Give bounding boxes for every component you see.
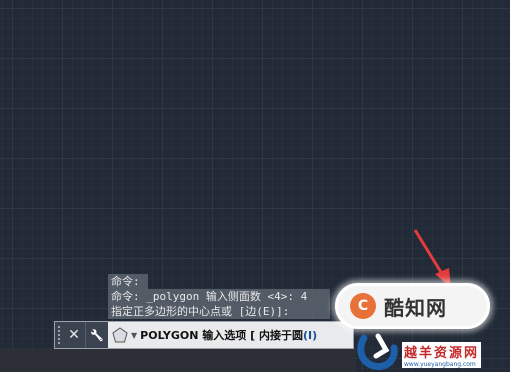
polygon-icon (112, 326, 130, 344)
customize-button[interactable]: 🔧 (85, 322, 108, 348)
drag-handle[interactable] (55, 322, 63, 348)
history-line: 命令: _polygon 输入侧面数 <4>: 4 (108, 289, 330, 304)
option-inscribed[interactable]: 内接于圆 (259, 329, 303, 342)
watermark-logo-icon (357, 333, 398, 371)
options-bracket: [ (250, 329, 256, 342)
wrench-icon: 🔧 (90, 328, 104, 342)
history-line: 指定正多边形的中心点或 [边(E)]: (108, 304, 330, 319)
watermark-name: 越羊资源网 (402, 342, 482, 361)
prompt-label: 输入选项 (202, 329, 247, 342)
close-icon: ✕ (68, 327, 80, 343)
history-line: 命令: (108, 274, 148, 289)
status-strip (0, 349, 356, 372)
command-history: 命令: 命令: _polygon 输入侧面数 <4>: 4 指定正多边形的中心点… (108, 274, 330, 319)
command-name: POLYGON (140, 329, 199, 342)
command-input[interactable]: ▼ POLYGON 输入选项 [ 内接于圆(I) (108, 322, 353, 348)
option-inscribed-key[interactable]: (I) (303, 329, 317, 342)
site-watermark: 越羊资源网 www.yueyangbang.com (356, 326, 510, 372)
chevron-down-icon[interactable]: ▼ (131, 331, 137, 340)
command-prompt-text: POLYGON 输入选项 [ 内接于圆(I) (140, 327, 317, 343)
command-line-bar: ✕ 🔧 ▼ POLYGON 输入选项 [ 内接于圆(I) (54, 321, 354, 349)
close-button[interactable]: ✕ (63, 322, 85, 348)
badge-text: 酷知网 (384, 295, 447, 320)
badge-logo: C (350, 293, 376, 319)
watermark-badge: C 酷知网 (335, 283, 490, 329)
red-arrow-annotation (413, 229, 451, 288)
watermark-url: www.yueyangbang.com (402, 361, 482, 368)
